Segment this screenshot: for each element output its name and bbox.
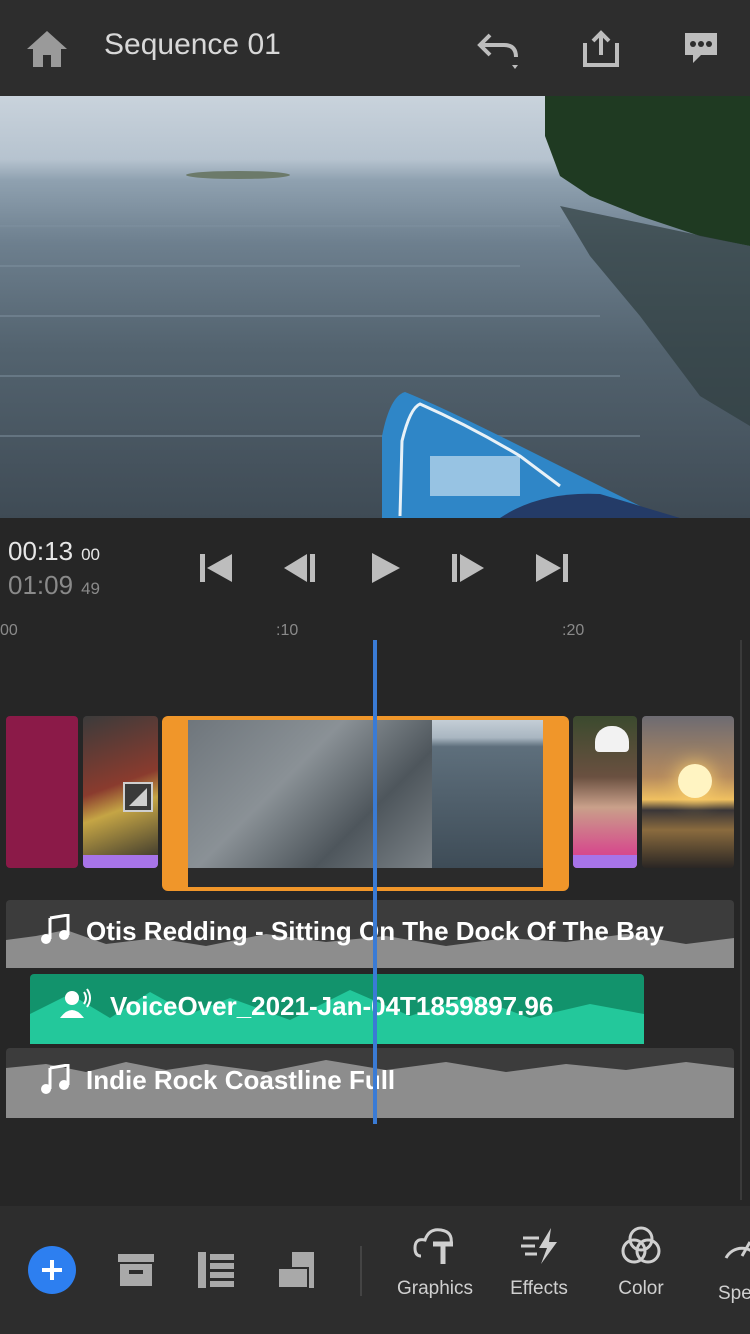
music-note-icon-2 (40, 1063, 70, 1101)
audio-clip-indie-rock-label: Indie Rock Coastline Full (86, 1065, 396, 1095)
color-button[interactable]: Color (586, 1224, 696, 1300)
sun (678, 764, 712, 798)
effects-button[interactable]: Effects (484, 1224, 594, 1300)
selected-clip[interactable] (162, 716, 569, 891)
aspect-ratio-icon[interactable] (276, 1250, 316, 1295)
clip-effect-bar (83, 855, 158, 868)
selected-clip-thumb-2 (432, 720, 543, 868)
total-frames: 49 (81, 579, 100, 598)
audio-clip-otis[interactable]: Otis Redding - Sitting On The Dock Of Th… (6, 900, 734, 968)
transition-icon[interactable] (123, 782, 153, 812)
voiceover-clip-label: VoiceOver_2021-Jan-04T1859897.96 (110, 991, 554, 1021)
voiceover-icon (60, 988, 92, 1025)
track-list-icon[interactable] (196, 1250, 236, 1295)
total-time: 01:09 (8, 570, 74, 600)
effects-icon (484, 1224, 594, 1268)
graphics-icon (380, 1224, 490, 1268)
video-clip-portrait[interactable] (573, 716, 637, 868)
ruler-mark-10: :10 (276, 622, 299, 639)
effects-label: Effects (510, 1278, 568, 1299)
current-time: 00:13 (8, 536, 74, 566)
top-bar: Sequence 01 (0, 0, 750, 96)
skip-to-end-icon[interactable] (530, 546, 574, 590)
total-timecode: 01:09 49 (8, 570, 100, 601)
play-icon[interactable] (362, 546, 406, 590)
plus-icon (42, 1260, 62, 1280)
selected-clip-footer (188, 868, 543, 887)
ruler-mark-20: :20 (562, 622, 585, 639)
step-back-icon[interactable] (278, 546, 322, 590)
audio-clip-indie-rock[interactable]: Indie Rock Coastline Full (6, 1048, 734, 1118)
comment-icon[interactable] (676, 24, 726, 74)
video-clip-sunset[interactable] (642, 716, 734, 868)
step-forward-icon[interactable] (446, 546, 490, 590)
color-icon (586, 1224, 696, 1268)
graphics-label: Graphics (396, 1278, 474, 1299)
graphics-button[interactable]: Graphics (380, 1224, 490, 1300)
color-label: Color (618, 1278, 664, 1299)
video-preview[interactable] (0, 96, 750, 518)
visor (595, 726, 629, 752)
speed-icon (706, 1224, 750, 1273)
share-icon[interactable] (576, 24, 626, 74)
current-timecode: 00:13 00 (8, 536, 100, 567)
speed-button[interactable]: Spe (706, 1224, 750, 1305)
voiceover-clip[interactable]: VoiceOver_2021-Jan-04T1859897.96 (30, 974, 644, 1044)
speed-label: Spe (718, 1283, 750, 1304)
bottom-toolbar: Graphics Effects Color Spe (0, 1206, 750, 1334)
clip-effect-bar-2 (573, 855, 637, 868)
current-frames: 00 (81, 545, 100, 564)
sequence-title[interactable]: Sequence 01 (104, 28, 281, 62)
playhead[interactable] (373, 640, 377, 1124)
undo-icon[interactable] (474, 24, 524, 74)
toolbar-divider (360, 1246, 362, 1296)
music-note-icon (40, 913, 70, 951)
selected-clip-thumb-1 (188, 720, 432, 868)
project-icon[interactable] (116, 1250, 156, 1295)
skip-to-start-icon[interactable] (194, 546, 238, 590)
ruler-mark-0: 00 (0, 622, 18, 639)
title-clip[interactable] (6, 716, 78, 868)
home-icon[interactable] (22, 24, 72, 74)
video-clip-street[interactable] (83, 716, 158, 868)
add-media-button[interactable] (28, 1246, 76, 1294)
timeline-scrollbar[interactable] (740, 640, 742, 1200)
